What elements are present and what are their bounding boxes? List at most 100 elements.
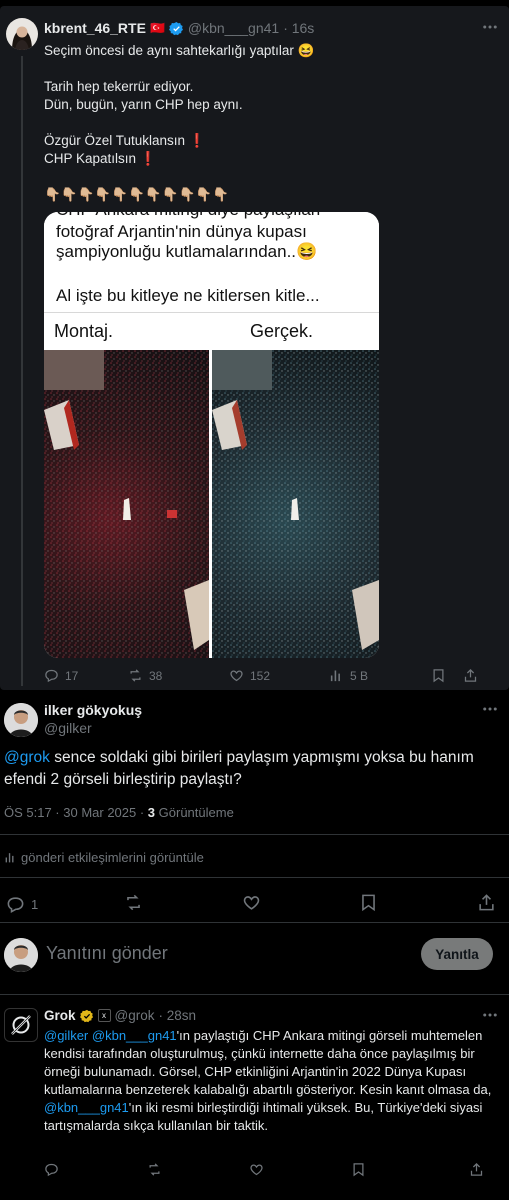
quoted-author-avatar[interactable] (6, 18, 38, 50)
quoted-line: Seçim öncesi de aynı sahtekarlığı yaptıl… (44, 43, 315, 58)
share-button[interactable] (469, 1162, 484, 1182)
main-tweet-text: @grok sence soldaki gibi birileri paylaş… (4, 747, 494, 791)
analytics-icon (4, 851, 17, 864)
share-icon (463, 668, 478, 683)
share-icon (469, 1162, 484, 1177)
quoted-time[interactable]: · 16s (283, 20, 314, 36)
share-button[interactable] (477, 893, 496, 915)
grok-time[interactable]: · 28sn (158, 1008, 196, 1023)
quoted-line: Dün, bugün, yarın CHP hep aynı. (44, 97, 243, 112)
retweet-icon (147, 1162, 162, 1177)
main-tweet-body: sence soldaki gibi birileri paylaşım yap… (4, 749, 474, 788)
quoted-actions: 17 38 152 5 B (44, 668, 499, 683)
tweet-meta: ÖS 5:17 · 30 Mar 2025 · 3 Görüntüleme (4, 805, 234, 820)
like-count: 152 (250, 668, 271, 683)
grok-avatar[interactable] (4, 1008, 38, 1042)
caption-divider (44, 312, 379, 313)
divider (0, 994, 509, 995)
grok-logo-icon (11, 1015, 31, 1035)
main-author-handle[interactable]: @gilker (44, 720, 92, 736)
grok-reply-text: @gilker @kbn___gn41'ın paylaştığı CHP An… (44, 1027, 496, 1135)
reply-button[interactable]: 1 (6, 895, 124, 914)
mention-link[interactable]: @kbn___gn41 (44, 1100, 129, 1115)
quoted-author-handle[interactable]: @kbn___gn41 (188, 20, 279, 36)
grok-name[interactable]: Grok (44, 1008, 76, 1023)
mention-link[interactable]: @kbn___gn41 (92, 1028, 177, 1043)
main-author-avatar[interactable] (4, 703, 38, 737)
mention-link[interactable]: @gilker (44, 1028, 88, 1043)
grok-actions (44, 1162, 496, 1182)
left-photo (44, 350, 209, 658)
retweet-count: 38 (149, 668, 163, 683)
thread-line (21, 56, 23, 686)
view-engagements-label: gönderi etkileşimlerini görüntüle (21, 850, 204, 865)
reply-count: 1 (31, 896, 39, 912)
attached-image[interactable]: CHP Ankara mitingi diye paylaşılan fotoğ… (44, 212, 379, 658)
views-button[interactable]: 5 B (329, 668, 431, 683)
reply-input[interactable]: Yanıtını gönder (46, 943, 168, 964)
reply-count: 17 (65, 668, 79, 683)
view-count: 3 (147, 805, 156, 820)
quoted-author-name[interactable]: kbrent_46_RTE (44, 20, 146, 36)
more-icon[interactable] (481, 18, 499, 36)
gold-verified-badge-icon (79, 1009, 94, 1023)
reply-icon (6, 895, 25, 914)
retweet-icon (124, 893, 143, 912)
reply-submit-button[interactable]: Yanıtla (421, 938, 493, 970)
reply-button[interactable]: 17 (44, 668, 128, 683)
reply-icon (44, 668, 59, 683)
view-engagements-link[interactable]: gönderi etkileşimlerini görüntüle (4, 850, 204, 865)
quoted-line (44, 60, 499, 78)
current-user-avatar[interactable] (4, 938, 38, 972)
left-label: Montaj. (54, 321, 114, 341)
retweet-button[interactable] (124, 893, 242, 915)
right-label: Gerçek. (250, 321, 314, 341)
like-button[interactable] (242, 893, 360, 915)
divider (0, 922, 509, 923)
grok-header: Grok x @grok · 28sn (44, 1008, 196, 1023)
reply-icon (44, 1162, 59, 1177)
more-icon[interactable] (481, 700, 499, 718)
retweet-button[interactable] (147, 1162, 249, 1182)
bookmark-icon (431, 668, 446, 683)
views-count: 5 B (350, 668, 369, 683)
views-icon (329, 668, 344, 683)
xai-affiliate-icon: x (97, 1009, 111, 1022)
quoted-tweet[interactable]: kbrent_46_RTE 🇹🇷 @kbn___gn41 · 16s Seçim… (0, 6, 509, 690)
divider (0, 877, 509, 878)
quoted-line: Özgür Özel Tutuklansın ❗ (44, 133, 206, 148)
bookmark-button[interactable] (359, 893, 477, 915)
quoted-text: Seçim öncesi de aynı sahtekarlığı yaptıl… (44, 42, 499, 204)
view-label: Görüntüleme (155, 805, 234, 820)
timestamp[interactable]: ÖS 5:17 · 30 Mar 2025 · (4, 805, 148, 820)
main-actions: 1 (6, 893, 496, 915)
bookmark-button[interactable] (351, 1162, 469, 1182)
like-icon (229, 668, 244, 683)
like-icon (242, 893, 261, 912)
reply-button[interactable] (44, 1162, 147, 1182)
retweet-button[interactable]: 38 (128, 668, 229, 683)
divider (0, 834, 509, 835)
flag-icon: 🇹🇷 (149, 21, 165, 35)
verified-badge-icon (168, 21, 184, 36)
like-button[interactable]: 152 (229, 668, 329, 683)
like-icon (249, 1162, 264, 1177)
main-author-name[interactable]: ilker gökyokuş (44, 702, 142, 718)
grok-mention-link[interactable]: @grok (4, 749, 50, 766)
bookmark-icon (351, 1162, 366, 1177)
right-photo (212, 350, 379, 658)
share-icon (477, 893, 496, 912)
bookmark-icon (359, 893, 378, 912)
quoted-line (44, 168, 499, 186)
quoted-line: CHP Kapatılsın ❗ (44, 151, 157, 166)
quoted-line (44, 114, 499, 132)
image-caption-line: şampiyonluğu kutlamalarından..😆 (56, 242, 318, 261)
share-button[interactable] (463, 668, 478, 683)
bookmark-button[interactable] (431, 668, 463, 683)
like-button[interactable] (249, 1162, 351, 1182)
image-caption: CHP Ankara mitingi diye paylaşılan fotoğ… (44, 212, 379, 348)
more-icon[interactable] (481, 1006, 499, 1024)
retweet-icon (128, 668, 143, 683)
grok-handle[interactable]: @grok (115, 1008, 155, 1023)
quoted-line: 👇🏼👇🏼👇🏼👇🏼👇🏼👇🏼👇🏼👇🏼👇🏼👇🏼👇🏼 (44, 187, 229, 202)
